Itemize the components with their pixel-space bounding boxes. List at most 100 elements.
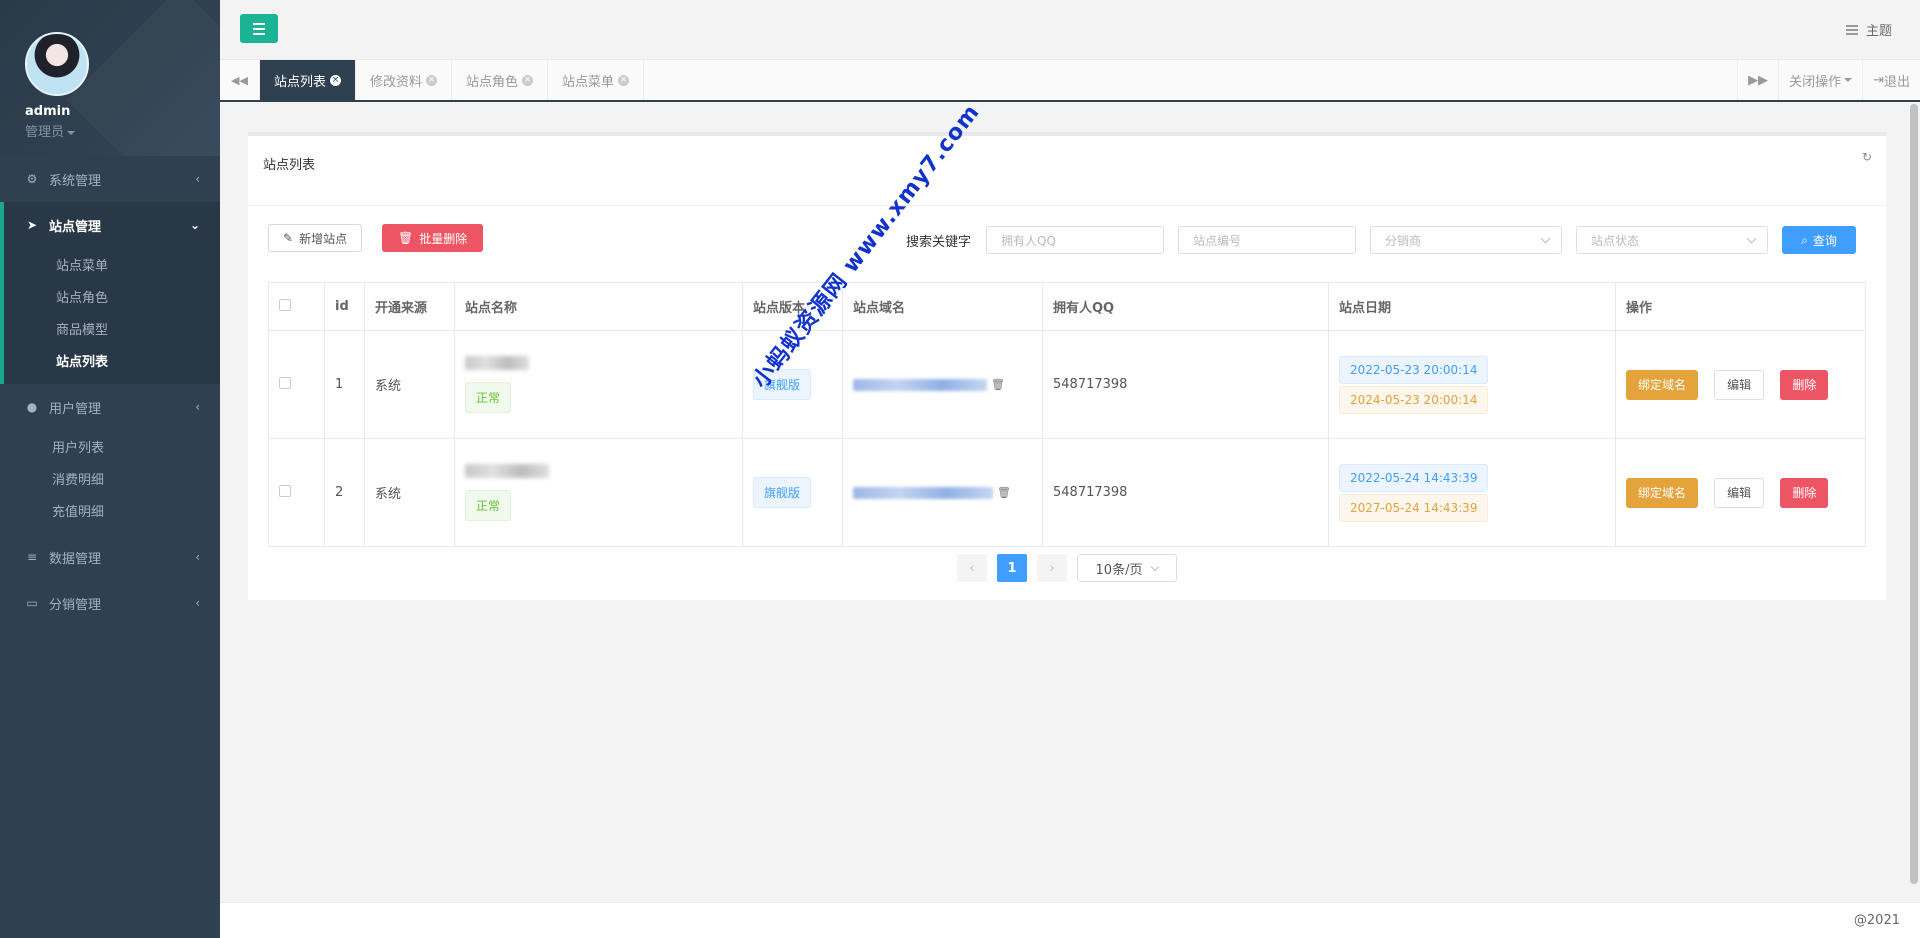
table-header-row: id 开通来源 站点名称 站点版本 站点域名 拥有人QQ 站点日期 操作: [268, 282, 1866, 331]
username: admin: [25, 104, 71, 119]
row-select-cell: [268, 330, 325, 439]
row-source: 系统: [364, 438, 455, 547]
batch-delete-button[interactable]: 🗑 批量删除: [382, 224, 484, 252]
sidebar-toggle-button[interactable]: [240, 14, 278, 43]
close-icon[interactable]: ×: [330, 74, 342, 86]
distributor-select[interactable]: 分销商: [1370, 226, 1562, 254]
chevron-right-icon: ›: [1049, 560, 1055, 576]
panel-title: 站点列表: [263, 158, 316, 173]
site-number-input[interactable]: 站点编号: [1178, 226, 1356, 254]
refresh-icon[interactable]: ↻: [1862, 150, 1872, 164]
sidebar-item-recharge[interactable]: 充值明细: [0, 494, 220, 526]
close-icon[interactable]: ×: [426, 74, 438, 86]
chevron-down-icon: [1151, 562, 1160, 571]
page-number-button[interactable]: 1: [997, 554, 1027, 582]
menu-item-site[interactable]: ➤ 站点管理 ⌄: [4, 202, 220, 248]
gears-icon: ⚙: [26, 172, 38, 186]
select-all-checkbox[interactable]: [279, 298, 291, 311]
site-table: id 开通来源 站点名称 站点版本 站点域名 拥有人QQ 站点日期 操作 1 系…: [268, 282, 1866, 547]
row-date-cell: 2022-05-24 14:43:39 2027-05-24 14:43:39: [1328, 438, 1616, 547]
site-status-placeholder: 站点状态: [1591, 233, 1640, 248]
pagination: ‹ 1 › 10条/页: [248, 554, 1886, 582]
avatar[interactable]: [25, 32, 89, 96]
close-icon[interactable]: ×: [522, 74, 534, 86]
menu-label: 站点管理: [49, 219, 102, 235]
sidebar-item-user-list[interactable]: 用户列表: [0, 430, 220, 462]
bind-domain-button[interactable]: 绑定域名: [1626, 369, 1699, 400]
start-date-badge: 2022-05-23 20:00:14: [1339, 355, 1489, 384]
delete-button[interactable]: 删除: [1780, 477, 1829, 508]
sidebar-item-site-menu[interactable]: 站点菜单: [4, 248, 220, 280]
desktop-icon: ▭: [26, 596, 38, 610]
bind-domain-button[interactable]: 绑定域名: [1626, 477, 1699, 508]
menu-label: 分销管理: [49, 597, 102, 613]
tab-label: 修改资料: [370, 74, 423, 90]
row-checkbox[interactable]: [279, 484, 291, 497]
sidebar-item-consumption[interactable]: 消费明细: [0, 462, 220, 494]
menu-item-system[interactable]: ⚙ 系统管理 ‹: [0, 156, 220, 202]
trash-icon[interactable]: 🗑: [997, 486, 1011, 499]
row-checkbox[interactable]: [279, 376, 291, 389]
tab-scroll-left-button[interactable]: ◀◀: [220, 60, 260, 100]
site-name-redacted: [465, 356, 529, 370]
edit-button[interactable]: 编辑: [1714, 477, 1765, 508]
row-owner-qq: 548717398: [1042, 438, 1329, 547]
prev-page-button[interactable]: ‹: [957, 554, 987, 582]
row-actions-cell: 绑定域名 编辑 删除: [1615, 438, 1866, 547]
owner-qq-placeholder: 拥有人QQ: [1001, 233, 1056, 248]
tab-site-role[interactable]: 站点角色 ×: [452, 60, 549, 100]
add-site-button[interactable]: ✎ 新增站点: [268, 224, 363, 252]
search-icon: ⌕: [1801, 232, 1808, 247]
tab-site-menu[interactable]: 站点菜单 ×: [548, 60, 645, 100]
page-scrollbar[interactable]: [1910, 104, 1918, 884]
tab-edit-profile[interactable]: 修改资料 ×: [356, 60, 453, 100]
page-size-select[interactable]: 10条/页: [1077, 554, 1177, 582]
menu-item-data[interactable]: ≡ 数据管理 ‹: [0, 534, 220, 580]
menu-item-user[interactable]: ● 用户管理 ‹: [0, 384, 220, 430]
site-list-panel: 站点列表 ↻ ✎ 新增站点 🗑 批量删除 搜索关键字 拥有人QQ 站点编号 分销…: [248, 132, 1886, 600]
sidebar: admin 管理员 ⚙ 系统管理 ‹ ➤ 站点管理 ⌄ 站点菜单 站点角色 商品…: [0, 0, 220, 938]
database-icon: ≡: [26, 550, 38, 564]
next-page-button[interactable]: ›: [1037, 554, 1067, 582]
column-header: 站点域名: [842, 282, 1043, 331]
role-label: 管理员: [25, 125, 65, 140]
menu-group-system: ⚙ 系统管理 ‹: [0, 156, 220, 202]
menu-item-distribution[interactable]: ▭ 分销管理 ‹: [0, 580, 220, 626]
site-status-select[interactable]: 站点状态: [1576, 226, 1768, 254]
trash-icon[interactable]: 🗑: [991, 378, 1005, 391]
hamburger-icon-line: [253, 27, 265, 30]
row-owner-qq: 548717398: [1042, 330, 1329, 439]
sidebar-item-site-list[interactable]: 站点列表: [4, 344, 220, 376]
edit-button[interactable]: 编辑: [1714, 369, 1765, 400]
owner-qq-input[interactable]: 拥有人QQ: [986, 226, 1164, 254]
menu-group-data: ≡ 数据管理 ‹: [0, 534, 220, 580]
date-stack: 2022-05-24 14:43:39 2027-05-24 14:43:39: [1339, 463, 1605, 522]
logout-button[interactable]: ⇥ 退出: [1862, 60, 1920, 100]
tab-bar: ◀◀ 站点列表 × 修改资料 × 站点角色 × 站点菜单 × ▶▶ 关闭操作 ⇥…: [220, 60, 1920, 102]
paper-plane-icon: ➤: [26, 218, 38, 232]
close-operations-dropdown[interactable]: 关闭操作: [1778, 60, 1862, 100]
sidebar-menu: ⚙ 系统管理 ‹ ➤ 站点管理 ⌄ 站点菜单 站点角色 商品模型 站点列表 ● …: [0, 156, 220, 626]
role-dropdown[interactable]: 管理员: [25, 121, 195, 140]
tab-site-list[interactable]: 站点列表 ×: [260, 60, 357, 100]
tab-scroll-right-button[interactable]: ▶▶: [1737, 60, 1778, 100]
end-date-badge: 2027-05-24 14:43:39: [1339, 493, 1489, 522]
sidebar-item-site-role[interactable]: 站点角色: [4, 280, 220, 312]
table-row: 1 系统 正常 旗舰版 🗑 548717398 2022-05-23 20:00…: [268, 330, 1866, 439]
column-header: 站点名称: [454, 282, 743, 331]
user-profile: admin 管理员: [0, 0, 220, 156]
tab-list: 站点列表 × 修改资料 × 站点角色 × 站点菜单 ×: [260, 60, 1737, 100]
theme-button[interactable]: 主题: [1845, 20, 1892, 39]
menu-label: 数据管理: [49, 551, 102, 567]
delete-button[interactable]: 删除: [1780, 369, 1829, 400]
forward-icon: ▶▶: [1748, 72, 1769, 88]
chevron-left-icon: ‹: [195, 172, 200, 186]
sidebar-item-product-model[interactable]: 商品模型: [4, 312, 220, 344]
site-name-redacted: [465, 464, 549, 478]
close-icon[interactable]: ×: [618, 74, 630, 86]
menu-group-distribution: ▭ 分销管理 ‹: [0, 580, 220, 626]
row-domain-cell: 🗑: [842, 438, 1043, 547]
domain-link-redacted[interactable]: [853, 486, 993, 499]
query-button[interactable]: ⌕ 查询: [1782, 226, 1856, 254]
domain-link-redacted[interactable]: [853, 378, 987, 391]
